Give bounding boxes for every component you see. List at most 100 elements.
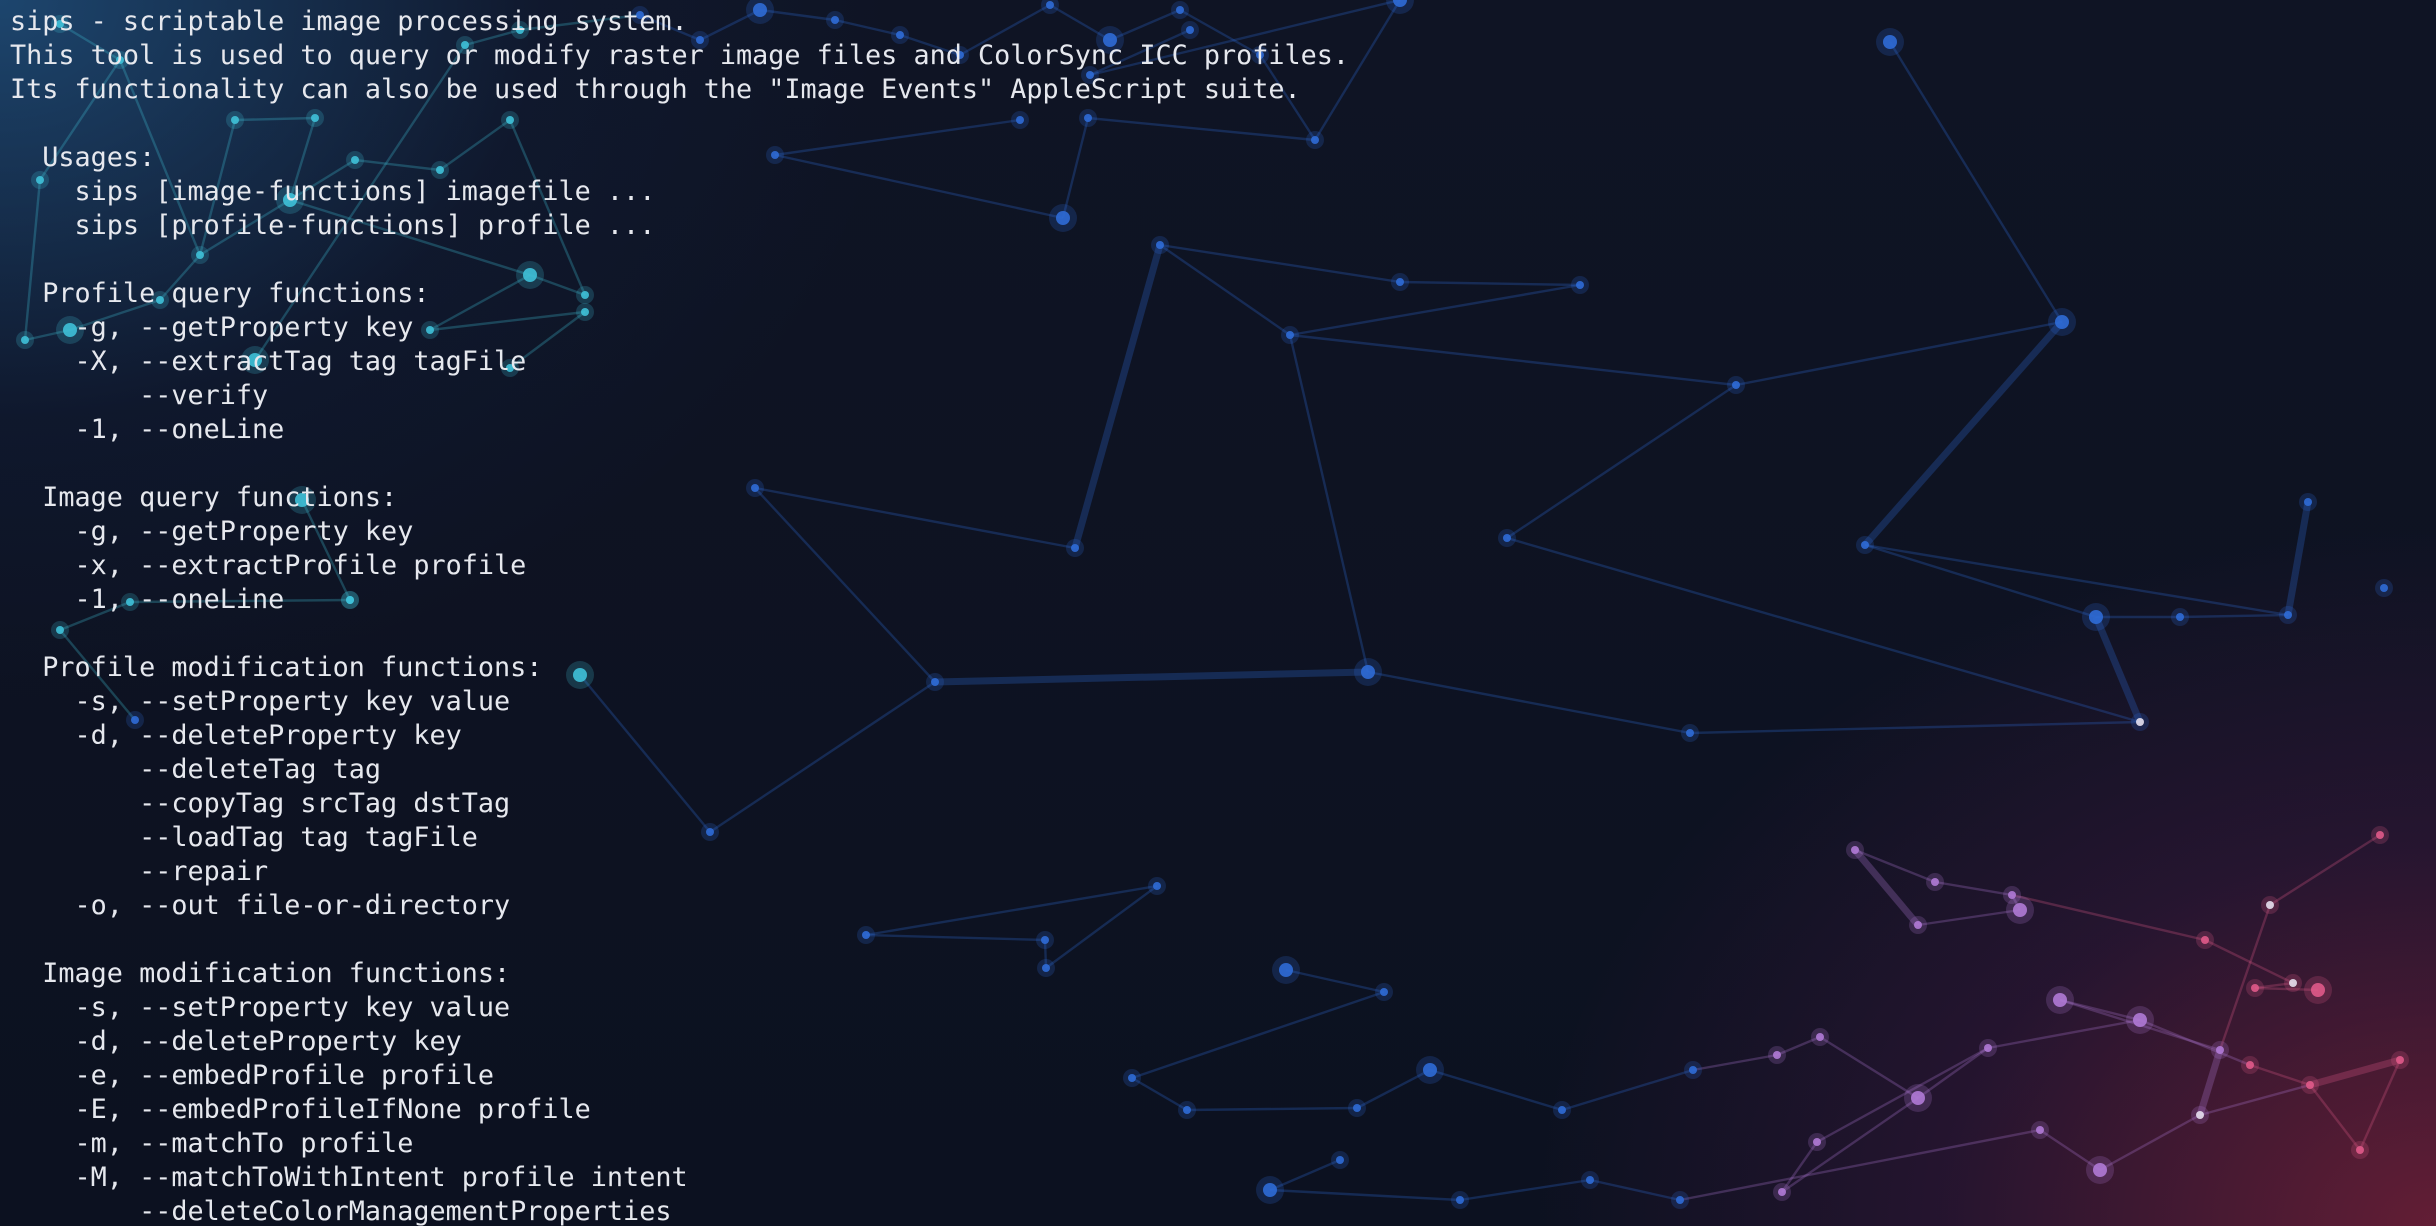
terminal-line: -M, --matchToWithIntent profile intent <box>10 1162 688 1193</box>
network-node <box>1732 381 1740 389</box>
network-node <box>1931 878 1939 886</box>
network-link <box>1289 333 1737 387</box>
terminal-line: -m, --matchTo profile <box>10 1128 414 1159</box>
network-node <box>2311 983 2325 997</box>
terminal-line: -d, --deleteProperty key <box>10 720 462 751</box>
network-node <box>1861 541 1869 549</box>
network-node <box>2289 979 2297 987</box>
network-node <box>2356 1146 2364 1154</box>
network-link <box>2358 1059 2402 1151</box>
network-link <box>2204 938 2294 985</box>
terminal-line: Profile modification functions: <box>10 652 543 683</box>
terminal-line: sips - scriptable image processing syste… <box>10 6 688 37</box>
network-link <box>2309 1056 2401 1089</box>
network-node <box>1361 665 1375 679</box>
network-node <box>1883 35 1897 49</box>
terminal-line: Profile query functions: <box>10 278 430 309</box>
network-node <box>1396 278 1404 286</box>
network-link <box>1781 1141 1818 1193</box>
terminal-output[interactable]: sips - scriptable image processing syste… <box>10 5 1349 1226</box>
network-link <box>1429 1068 1563 1112</box>
network-link <box>1689 720 2141 735</box>
terminal-line: Usages: <box>10 142 156 173</box>
network-node <box>1686 729 1694 737</box>
network-node <box>2266 901 2274 909</box>
network-node <box>2216 1046 2224 1054</box>
network-node <box>2304 498 2312 506</box>
network-node <box>1353 1104 1361 1112</box>
network-link <box>1781 1097 1919 1193</box>
network-link <box>2196 1048 2224 1117</box>
network-node <box>1586 1176 1594 1184</box>
network-node <box>2136 718 2144 726</box>
terminal-line: --deleteColorManagementProperties <box>10 1196 672 1226</box>
network-link <box>1367 670 1691 735</box>
terminal-line: -E, --embedProfileIfNone profile <box>10 1094 591 1125</box>
network-node <box>1689 1066 1697 1074</box>
network-node <box>1558 1106 1566 1114</box>
network-link <box>1917 908 2021 927</box>
network-link <box>1852 847 1921 928</box>
network-node <box>2133 1013 2147 1027</box>
network-node <box>2036 1126 2044 1134</box>
terminal-line: -1, --oneLine <box>10 584 285 615</box>
network-node <box>2246 1061 2254 1069</box>
network-node <box>1778 1188 1786 1196</box>
terminal-line: --verify <box>10 380 269 411</box>
network-link <box>1561 1068 1694 1112</box>
network-node <box>2055 315 2069 329</box>
network-link <box>1864 543 2289 617</box>
network-node <box>1576 281 1584 289</box>
network-node <box>1380 988 1388 996</box>
network-link <box>2218 904 2272 1051</box>
network-link <box>1459 1178 1591 1202</box>
network-node <box>1773 1051 1781 1059</box>
terminal-line: --loadTag tag tagFile <box>10 822 478 853</box>
network-link <box>1864 543 2097 619</box>
network-link <box>2309 1084 2361 1151</box>
network-link <box>1987 1018 2141 1050</box>
network-node <box>1676 1196 1684 1204</box>
terminal-line: Its functionality can also be used throu… <box>10 74 1301 105</box>
network-node <box>2089 610 2103 624</box>
network-link <box>2179 613 2289 619</box>
terminal-line: This tool is used to query or modify ras… <box>10 40 1350 71</box>
network-node <box>2201 936 2209 944</box>
network-node <box>1911 1091 1925 1105</box>
terminal-line: Image modification functions: <box>10 958 511 989</box>
terminal-line: sips [image-functions] imagefile ... <box>10 176 656 207</box>
network-link <box>2249 1063 2311 1087</box>
terminal-line: sips [profile-functions] profile ... <box>10 210 656 241</box>
network-node <box>1816 1033 1824 1041</box>
network-node <box>2380 584 2388 592</box>
network-link <box>2099 1113 2201 1172</box>
network-node <box>2176 613 2184 621</box>
terminal-line: Image query functions: <box>10 482 398 513</box>
terminal-line: -o, --out file-or-directory <box>10 890 511 921</box>
network-link <box>1819 1035 1919 1100</box>
network-link <box>1399 280 1581 287</box>
terminal-line: --copyTag srcTag dstTag <box>10 788 511 819</box>
terminal-line: -e, --embedProfile profile <box>10 1060 494 1091</box>
network-link <box>2092 615 2144 724</box>
network-link <box>1679 1128 2041 1202</box>
network-link <box>2284 501 2312 616</box>
terminal-line: -d, --deleteProperty key <box>10 1026 462 1057</box>
terminal-line: --repair <box>10 856 269 887</box>
network-node <box>2093 1163 2107 1177</box>
network-node <box>2013 903 2027 917</box>
network-link <box>2199 1083 2311 1117</box>
network-node <box>1914 921 1922 929</box>
network-link <box>1506 384 1737 539</box>
terminal-line: -g, --getProperty key <box>10 312 414 343</box>
network-node <box>2251 984 2259 992</box>
network-node <box>1984 1044 1992 1052</box>
network-node <box>1813 1138 1821 1146</box>
network-link <box>1816 1046 1989 1144</box>
network-link <box>1506 536 2141 724</box>
